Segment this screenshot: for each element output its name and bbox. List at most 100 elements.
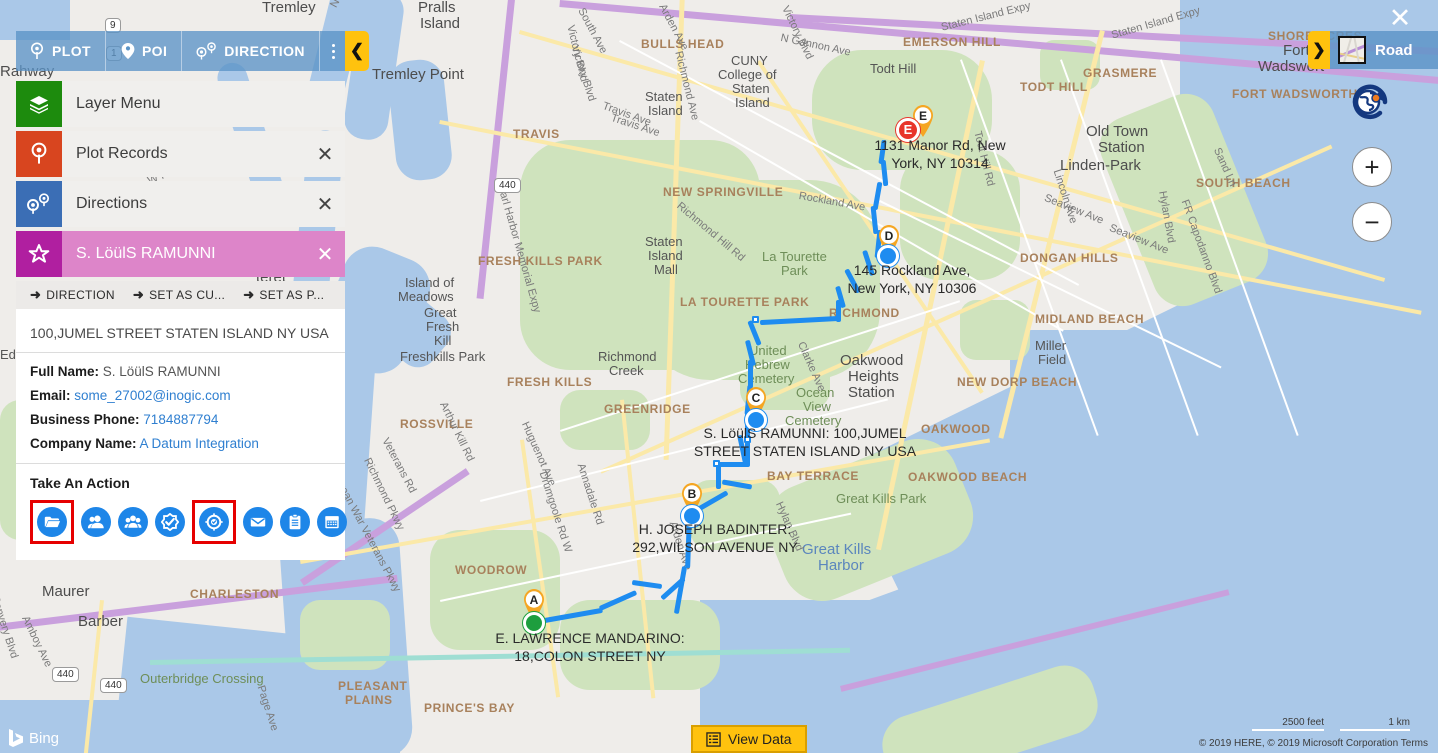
star-icon [16,231,62,277]
record-field-label: Business Phone: [30,412,140,427]
panel-row-close-icon[interactable]: ✕ [305,192,345,217]
view-data-label: View Data [728,731,792,747]
map-label: Island [420,15,461,32]
basemap-selector[interactable]: Road [1330,31,1438,69]
bing-glyph-icon [9,729,23,747]
record-action-2[interactable]: ➜ SET AS P... [243,287,324,303]
map-street-label: Victory Blvd [779,4,816,62]
basemap-expand-tab[interactable]: ❯ [1308,31,1330,69]
record-action-bar: ➜ DIRECTION ➜ SET AS CU... ➜ SET AS P... [16,281,345,309]
record-field-0: Full Name: S. LöülS RAMUNNI [30,364,331,379]
toolbar-item-poi[interactable]: POI [106,31,183,71]
panel-row-1[interactable]: Plot Records ✕ [16,131,345,177]
record-action-label: SET AS P... [259,288,325,302]
panel-row-close-icon[interactable]: ✕ [305,242,345,267]
email-icon[interactable] [243,507,273,537]
panel-row-close-icon[interactable]: ✕ [305,142,345,167]
route-stop-label-a: E. LAWRENCE MANDARINO: 18,COLON STREET N… [495,630,685,664]
poi-pin-icon [121,43,135,59]
toolbar-overflow-menu[interactable] [320,31,347,71]
contact-icon[interactable] [81,507,111,537]
record-action-1[interactable]: ➜ SET AS CU... [133,287,225,303]
note-clipboard-icon[interactable] [280,507,310,537]
map-label: Pralls [418,0,456,16]
highlight-box [30,500,74,544]
route-stop-label-d: 145 Rockland Ave, New York, NY 10306 [847,262,977,296]
opportunity-target-icon[interactable] [199,507,229,537]
map-label: Maurer [42,583,90,600]
record-field-value-link[interactable]: A Datum Integration [140,436,259,451]
bing-logo: Bing [8,729,59,747]
record-action-icons-section: Take An Action [16,464,347,560]
panel-row-0[interactable]: Layer Menu [16,81,345,127]
toolbar-item-direction[interactable]: DIRECTION [182,31,320,71]
scale-metric: 1 km [1340,717,1410,731]
map-neighborhood-label: ROSSVILLE [400,417,474,431]
scale-imperial: 2500 feet [1252,717,1324,731]
record-field-label: Email: [30,388,71,403]
record-field-label: Full Name: [30,364,100,379]
zoom-in-button[interactable]: + [1352,147,1392,187]
route-shield: 440 [52,667,79,682]
svg-text:C: C [752,391,761,405]
route-stop-label-b: H. JOSEPH BADINTER: 292,WILSON AVENUE NY [632,521,798,555]
basemap-label: Road [1375,41,1413,59]
terms-link[interactable]: Terms [1401,738,1428,749]
record-action-0[interactable]: ➜ DIRECTION [30,287,115,303]
record-fields: Full Name: S. LöülS RAMUNNI Email: some_2… [16,353,345,464]
record-field-3: Company Name: A Datum Integration [30,436,331,451]
map-scale-bar: 2500 feet 1 km [1252,717,1410,731]
highlight-box [192,500,236,544]
panel-collapse-tab[interactable]: ❮ [345,31,369,71]
view-data-button[interactable]: View Data [691,725,807,753]
svg-text:A: A [530,593,539,607]
map-neighborhood-label: FRESH KILLS [507,375,593,389]
map-application: Tremley Pralls Island Rahway Tremley Point St… [0,0,1438,753]
panel-row-2[interactable]: Directions ✕ [16,181,345,227]
copyright-text: © 2019 HERE, © 2019 Microsoft Corporatio… [1198,738,1399,749]
kebab-menu-icon [331,43,335,59]
map-street-label: Travis Ave [600,100,653,129]
panel-row-3[interactable]: S. LöülS RAMUNNI ✕ [16,231,345,277]
arrow-right-icon: ➜ [243,287,255,302]
route-stop-label-c: S. LöülS RAMUNNI: 100,JUMEL STREET STATE… [693,425,917,459]
record-field-label: Company Name: [30,436,137,451]
map-copyright: © 2019 HERE, © 2019 Microsoft Corporatio… [1199,738,1428,749]
take-an-action-title: Take An Action [30,475,130,491]
panel-row-label: Plot Records [76,145,168,162]
route-shield: 440 [100,678,127,693]
record-detail-card: 100,JUMEL STREET STATEN ISLAND NY USA Fu… [16,309,347,560]
map-street-label: Victory Blvd [564,24,591,84]
left-panel: Layer Menu Plot Records ✕ Directions ✕ S. Löü… [16,81,347,560]
task-check-icon[interactable] [155,507,185,537]
record-field-value-link[interactable]: 7184887794 [143,412,218,427]
panel-row-label: Layer Menu [76,95,161,112]
open-record-folder-icon[interactable] [37,507,67,537]
accounts-group-icon[interactable] [118,507,148,537]
map-street-label: Arthur Kill Rd [437,400,477,464]
appointment-calendar-icon[interactable] [317,507,347,537]
map-label: Tremley [262,0,316,16]
toolbar-item-plot[interactable]: PLOT [16,31,106,71]
panel-row-label: Directions [76,195,148,212]
toolbar-label-plot: PLOT [52,43,91,59]
layers-icon [16,81,62,127]
map-street-label: Veterans Rd [379,436,419,496]
record-field-value: S. LöülS RAMUNNI [102,364,221,379]
record-field-1: Email: some_27002@inogic.com [30,388,331,403]
action-icon-row [30,500,347,544]
route-stop-label-e: 1131 Manor Rd, New York, NY 10314 [874,137,1006,171]
toolbar-label-poi: POI [141,43,168,59]
bing-label: Bing [29,729,60,747]
map-toolbar: PLOT POI DIRECTION [16,31,345,71]
record-action-label: SET AS CU... [149,288,226,302]
globe-locate-icon[interactable] [1348,80,1392,124]
direction-pins-icon [196,42,217,60]
zoom-out-button[interactable]: − [1352,202,1392,242]
record-field-2: Business Phone: 7184887794 [30,412,331,427]
direction-pins-icon [16,181,62,227]
panel-row-label: S. LöülS RAMUNNI [76,245,216,262]
record-field-value-link[interactable]: some_27002@inogic.com [74,388,230,403]
grid-list-icon [706,731,721,747]
basemap-thumbnail-icon [1338,36,1366,64]
